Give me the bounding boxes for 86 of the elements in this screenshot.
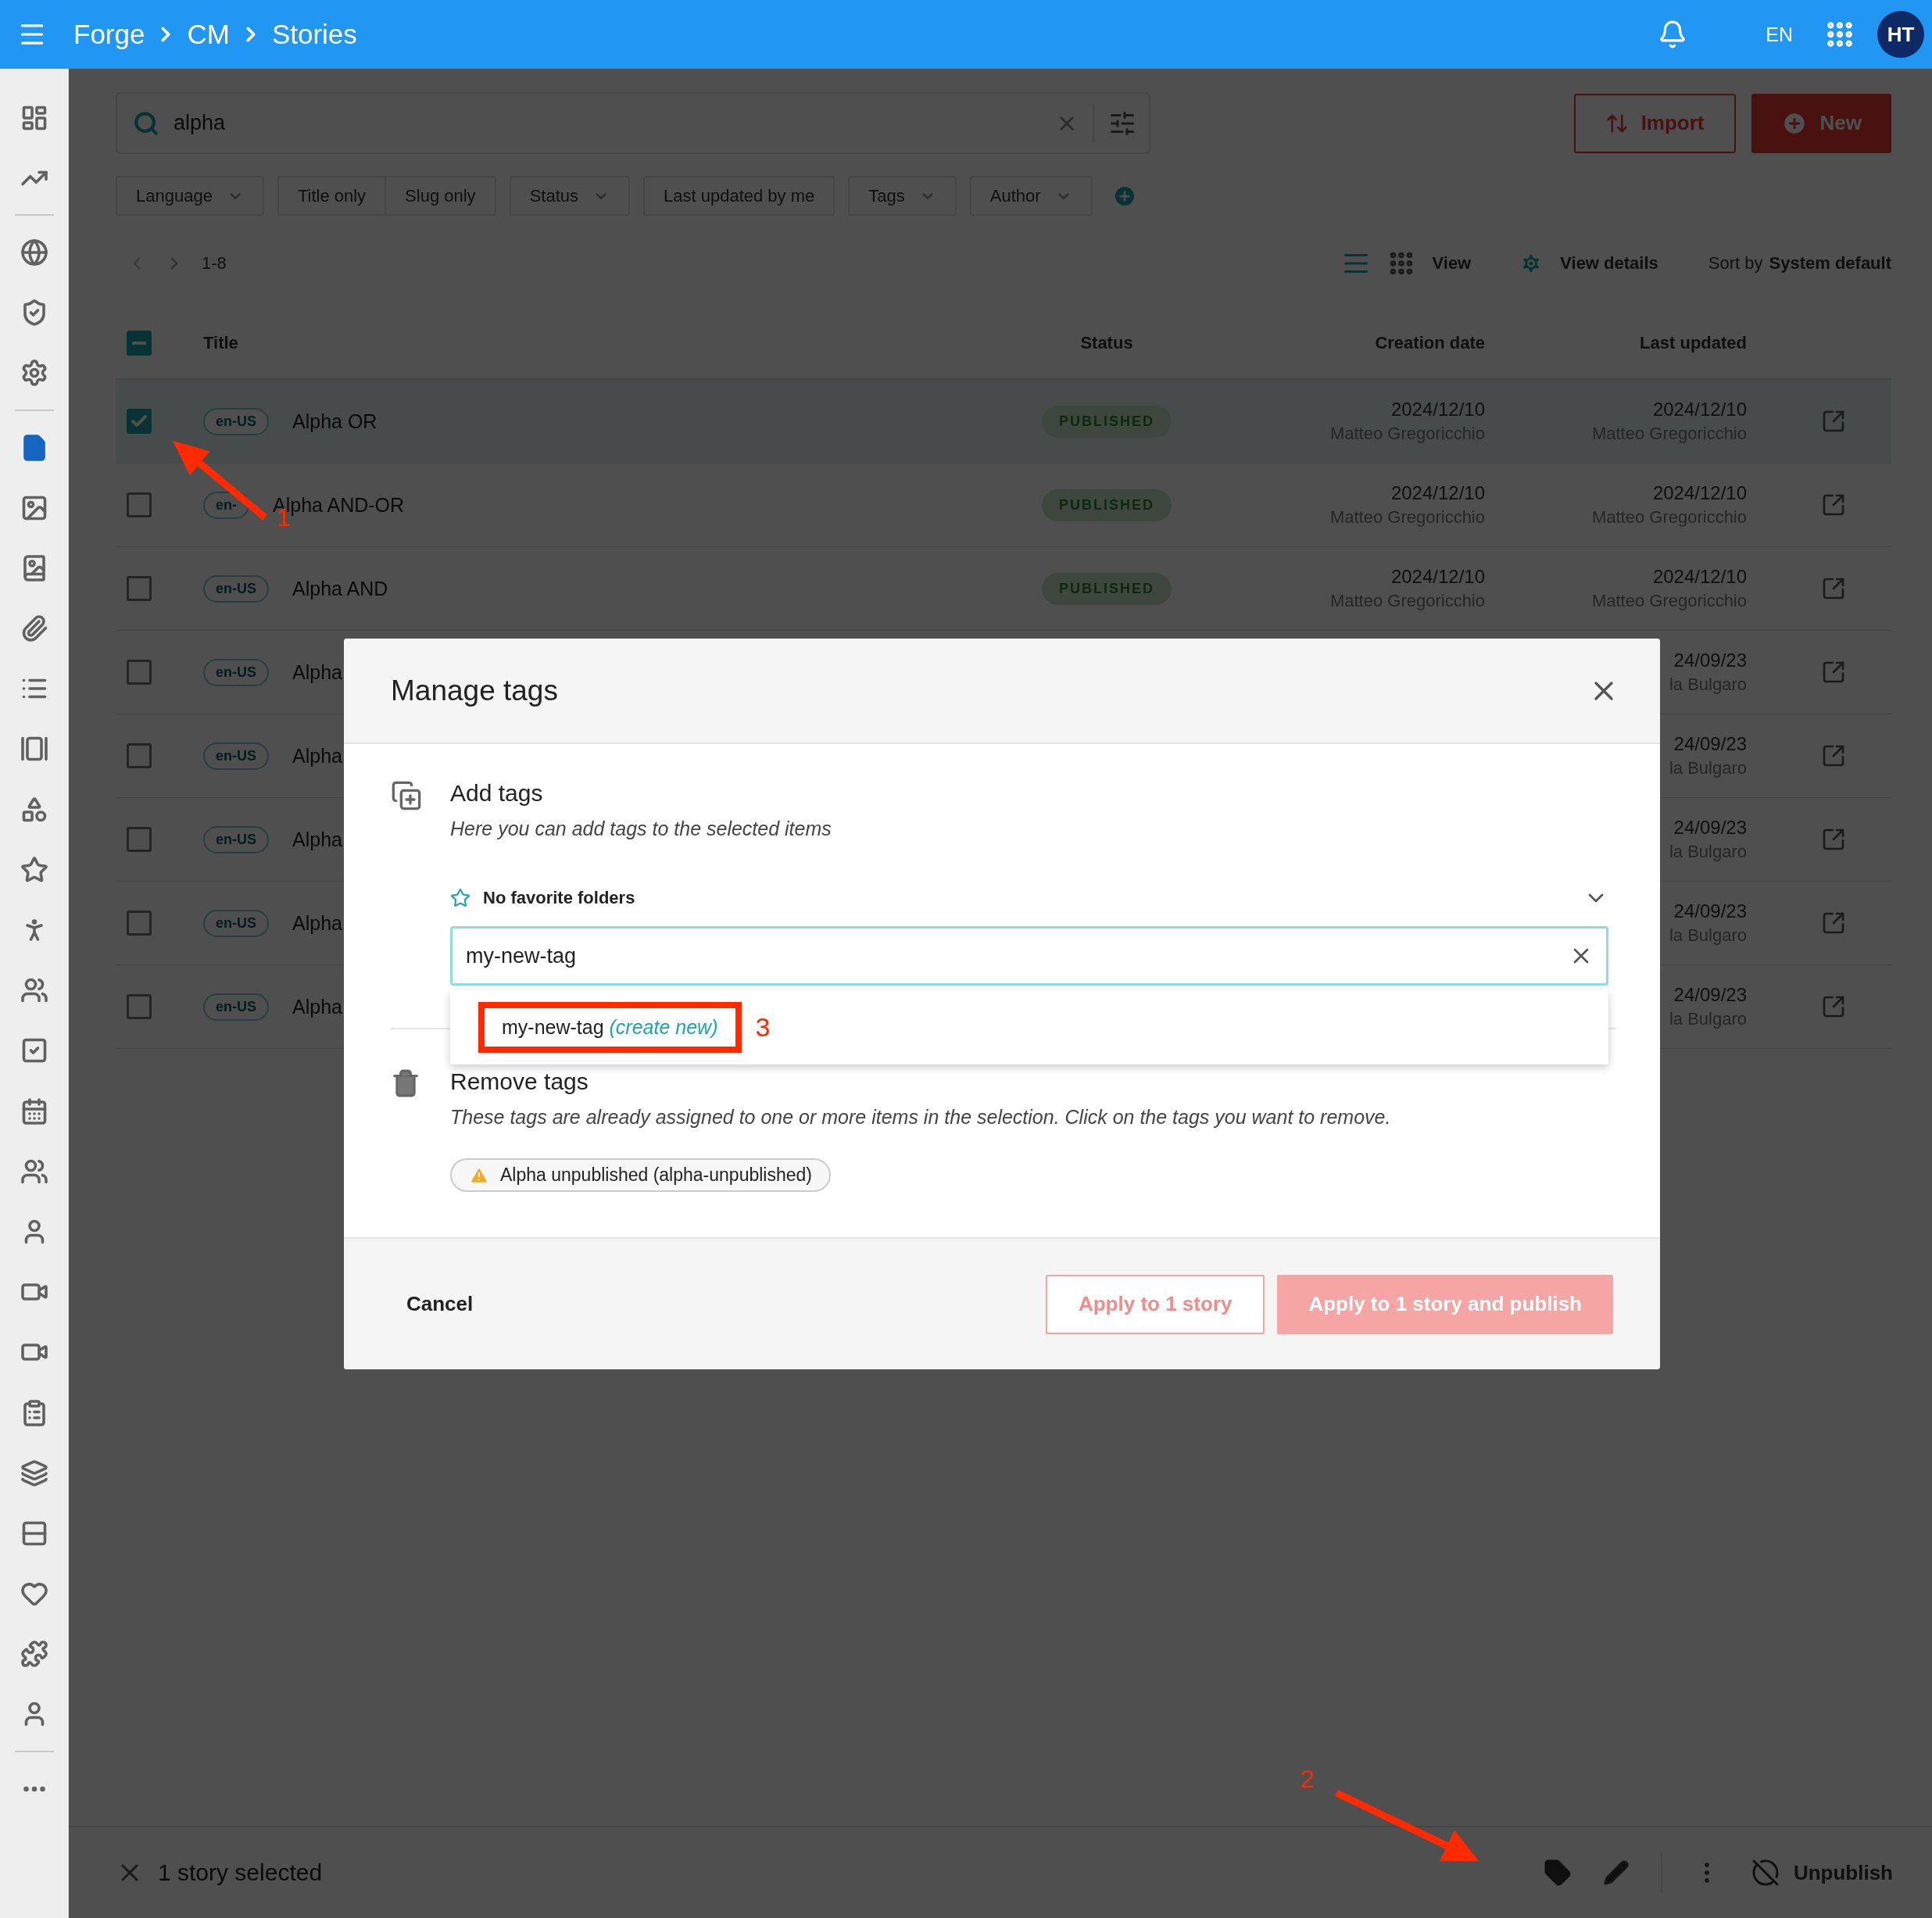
filter-chip[interactable]: Language: [116, 176, 264, 216]
date-text: 24/09/23: [1673, 817, 1747, 839]
search-icon: [133, 109, 159, 137]
date-text: 2024/12/10: [1652, 399, 1747, 420]
column-header: Title: [203, 333, 239, 353]
breadcrumb-link[interactable]: CM: [187, 19, 230, 50]
filter-chip[interactable]: Status: [509, 176, 630, 216]
action-button[interactable]: Import: [1573, 93, 1736, 153]
language-tag: en-US: [203, 909, 269, 937]
filter-chip[interactable]: Last updated by me: [643, 176, 835, 216]
filter-chip[interactable]: Title only: [277, 176, 387, 216]
pencil-icon[interactable]: [1602, 1859, 1630, 1886]
breadcrumb-link[interactable]: Forge: [73, 19, 145, 50]
view-button[interactable]: View: [1432, 253, 1472, 274]
story-title[interactable]: Alpha AND: [292, 577, 388, 600]
suggestion-item[interactable]: my-new-tag (create new): [478, 1002, 742, 1053]
search-field[interactable]: alpha: [116, 92, 1150, 154]
filter-chip[interactable]: Tags: [848, 176, 957, 216]
filter-chip[interactable]: Author: [969, 176, 1093, 216]
date-text: 24/09/23: [1673, 984, 1747, 1006]
annotation-number: 2: [1301, 1765, 1315, 1794]
date-text: 2024/12/10: [1652, 566, 1747, 588]
tag-chip[interactable]: Alpha unpublished (alpha-unpublished): [450, 1158, 831, 1192]
open-external-icon[interactable]: [1821, 409, 1846, 434]
checkbox[interactable]: [127, 409, 152, 434]
checkbox[interactable]: [127, 331, 152, 356]
language-tag: en-US: [203, 658, 269, 686]
date-text: 2024/12/10: [1390, 482, 1485, 504]
checkbox[interactable]: [127, 743, 152, 768]
crossed-circle-icon: [1751, 1859, 1780, 1887]
language-menu[interactable]: EN: [1766, 23, 1793, 46]
view-details-button[interactable]: View details: [1560, 253, 1658, 274]
date-text: 24/09/23: [1673, 900, 1747, 922]
favorites-label[interactable]: No favorite folders: [483, 888, 635, 908]
language-tag: en-US: [203, 407, 269, 435]
checkbox[interactable]: [127, 492, 152, 517]
section-description: Here you can add tags to the selected items: [450, 818, 832, 840]
date-text: 2024/12/10: [1652, 482, 1747, 504]
date-text: 24/09/23: [1673, 733, 1747, 755]
language-tag: en-US: [203, 742, 269, 770]
open-external-icon[interactable]: [1821, 660, 1846, 685]
filter-chip[interactable]: Slug only: [386, 176, 496, 216]
date-text: 2024/12/10: [1390, 399, 1485, 420]
story-title[interactable]: Alpha OR: [292, 410, 377, 433]
checkbox[interactable]: [127, 827, 152, 852]
dialog-title: Manage tags: [391, 674, 558, 707]
story-title[interactable]: Alpha: [292, 911, 342, 935]
checkbox[interactable]: [127, 576, 152, 601]
unpublish-button[interactable]: Unpublish: [1751, 1859, 1893, 1887]
open-external-icon[interactable]: [1821, 827, 1846, 852]
sort-value[interactable]: System default: [1769, 253, 1891, 274]
open-external-icon[interactable]: [1821, 743, 1846, 768]
section-title: Add tags: [450, 780, 543, 806]
open-external-icon[interactable]: [1821, 576, 1846, 601]
minus-icon: [132, 342, 146, 345]
date-text: 2024/12/10: [1390, 566, 1485, 588]
add-stack-icon: [391, 780, 422, 811]
story-title[interactable]: Alpha: [292, 828, 342, 851]
star-icon[interactable]: [450, 888, 470, 908]
column-header: Creation date: [1374, 333, 1485, 353]
open-external-icon[interactable]: [1821, 492, 1846, 517]
page-range: 1-8: [202, 253, 227, 274]
column-header: Last updated: [1639, 333, 1747, 353]
checkbox[interactable]: [127, 660, 152, 685]
story-title[interactable]: Alpha: [292, 744, 342, 768]
checkbox[interactable]: [127, 994, 152, 1019]
selection-count: 1 story selected: [158, 1859, 323, 1886]
open-external-icon[interactable]: [1821, 911, 1846, 936]
tag-icon[interactable]: [1543, 1859, 1572, 1887]
language-tag: en-US: [203, 574, 269, 603]
sort-label: Sort by: [1708, 253, 1763, 274]
section-description: These tags are already assigned to one or more items in the selection. Click on the tags you want to remove.: [450, 1106, 1392, 1129]
dialog-button[interactable]: Cancel: [406, 1274, 474, 1334]
story-title[interactable]: Alpha: [292, 660, 342, 684]
language-tag: en-US: [203, 825, 269, 853]
user-avatar[interactable]: HT: [1877, 11, 1924, 58]
breadcrumb-link[interactable]: Stories: [271, 19, 357, 50]
trash-icon: [391, 1068, 420, 1098]
column-header: Status: [1079, 333, 1134, 353]
section-title: Remove tags: [450, 1068, 589, 1094]
story-title[interactable]: Alpha: [292, 995, 342, 1018]
open-external-icon[interactable]: [1821, 994, 1846, 1019]
date-text: 24/09/23: [1673, 649, 1747, 671]
language-tag: en-US: [203, 993, 269, 1021]
checkbox[interactable]: [127, 911, 152, 936]
annotation-number: 3: [755, 1012, 771, 1043]
